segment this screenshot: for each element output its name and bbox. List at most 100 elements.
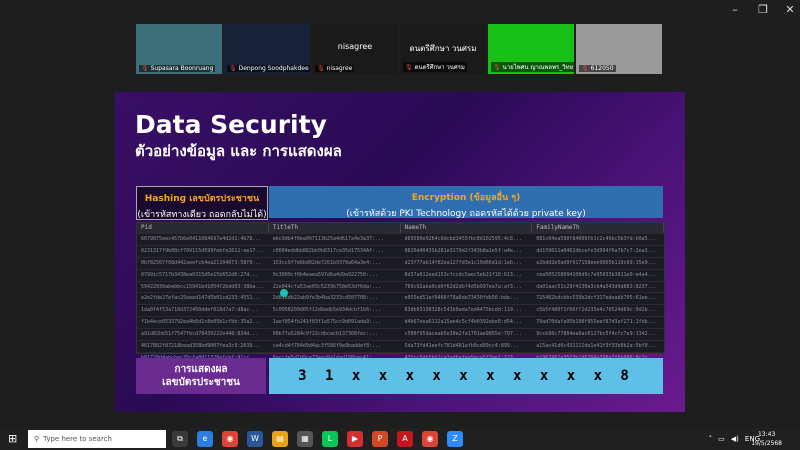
participant-display-name: ดนตรีศึกษา วนศรม — [409, 44, 477, 53]
tray-up-icon[interactable]: ˄ — [709, 435, 713, 443]
table-cell: a15ac41d0c431111de1e41f3f33b0b2a:5bf0... — [536, 343, 657, 350]
table-cell: 00b7fa5284c9f22cdbcacb137308fec:... — [272, 331, 379, 338]
slide-subtitle: ตัวอย่างข้อมูล และ การแสดงผล — [135, 142, 342, 160]
column-header[interactable]: NameTh — [401, 223, 533, 233]
hashing-header: Hashing เลขบัตรประชาชน (เข้ารหัสทางเดียว… — [136, 186, 268, 220]
participant-strip: 🎙 Supasara Boonruang 🎙 Denpong Soodphakdee n… — [136, 24, 664, 74]
participant-name-text: Supasara Boonruang — [150, 65, 214, 72]
table-row: 0799ic5717b3438ea0315d5e15b652d6:27d... 0… — [137, 268, 664, 281]
minimize-button[interactable]: – — [728, 3, 742, 17]
table-cell: d23f77ab14f82ea127fd3e1c10d66d1d:1eb... — [404, 259, 522, 266]
table-cell: 0c3009cf0b4eaea597d6a4d9a922750:... — [272, 271, 379, 278]
table-cell: 22e044cfa53ae03c5239b758e53df6da:... — [272, 283, 382, 290]
acrobat-icon[interactable]: A — [397, 431, 413, 447]
table-cell: 5da73fd41eefc781d401efb0cd09cc4:899... — [404, 343, 519, 350]
participant-name: 🎙 612050 — [579, 65, 616, 72]
table-cell: d4b67eea6112a15ae4c5cf4b0392ebe8:d54... — [404, 319, 522, 326]
table-row: f1b4ece0533792ea4b6d1c8e05b1cfbb:35a2...… — [137, 316, 664, 328]
files-icon[interactable]: ▦ — [297, 431, 313, 447]
edge-icon[interactable]: e — [197, 431, 213, 447]
table-row: 6079875eec457b6e0411084697e4d2d1:4b78...… — [137, 233, 664, 245]
participant-name: 🎙 nisagree — [315, 65, 355, 72]
close-button[interactable]: ✕ — [783, 3, 797, 17]
table-row: 0bf82507f08d442aeefcb4ea21104073:58f9...… — [137, 256, 664, 269]
encryption-title: Encryption (ข้อมูลอื่น ๆ) — [411, 193, 521, 203]
slide-title: Data Security — [135, 110, 327, 139]
network-icon[interactable]: ▭ — [718, 435, 725, 443]
mic-muted-icon: 🎙 — [317, 65, 325, 72]
table-cell: c580f95daceab5e30e2fa1701ae9855e:797... — [404, 331, 522, 338]
table-cell: e2e2fde27efac25eeed147d5b01cd233:4551... — [141, 295, 262, 302]
encryption-header: Encryption (ข้อมูลอื่น ๆ) (เข้ารหัสด้วย … — [269, 186, 663, 219]
participant-name: 🎙นายไพศน ญาณพลพร_วิทยา... — [491, 62, 574, 72]
table-cell: 79ad70dafa95b190f955eef87d3af271:1fdb... — [536, 319, 657, 326]
table-cell: e055ed51ef0466f78a6de73430fdb56:bde... — [404, 295, 519, 302]
table-cell: 5c0958209d05f12d0adb5e934dcbf1b6:... — [272, 307, 382, 314]
table-cell: 6079875eec457b6e0411084697e4d2d1:4b78... — [141, 236, 262, 242]
mic-muted-icon: 🎙 — [493, 64, 501, 71]
participant-tile[interactable]: 🎙 612050 — [576, 24, 662, 74]
mic-muted-icon: 🎙 — [229, 65, 237, 72]
search-icon: ⚲ — [34, 435, 40, 443]
participant-tile[interactable]: 🎙 Denpong Soodphakdee — [224, 24, 310, 74]
task-view-icon[interactable]: ⧉ — [172, 431, 188, 447]
zoom-icon[interactable]: Z — [447, 431, 463, 447]
table-cell: 1da0f4f53a718d372450ddef818d7a7:d8ac... — [141, 307, 259, 314]
taskbar-clock[interactable]: 13:43 19/5/2568 — [751, 430, 782, 448]
table-cell: 725482bdcbbc539b2dcf317edeadb705:61ee... — [536, 295, 657, 302]
maximize-button[interactable]: ❐ — [756, 3, 770, 17]
column-header[interactable]: TitleTh — [269, 223, 401, 233]
table-cell: 83db93198328c543b0ada7ed4475bcdd:119... — [404, 307, 522, 314]
powerpoint-icon[interactable]: P — [372, 431, 388, 447]
explorer-icon[interactable]: ▤ — [272, 431, 288, 447]
windows-start-icon[interactable]: ⊞ — [8, 433, 20, 445]
column-header[interactable]: Pid — [137, 223, 269, 233]
chrome-icon[interactable]: ◉ — [222, 431, 238, 447]
participant-name-text: นายไพศน ญาณพลพร_วิทยา... — [502, 64, 574, 71]
mic-muted-icon: 🎙 — [141, 65, 149, 72]
shared-slide: Data Security ตัวอย่างข้อมูล และ การแสดง… — [115, 92, 685, 412]
table-cell: a91d82bb51f7547fbcd78439222e448:834d... — [141, 331, 259, 338]
table-row: 4617802f87218bead358bd9007fea3c9:2639...… — [137, 340, 664, 352]
participant-tile[interactable]: 🎙 Supasara Boonruang — [136, 24, 222, 74]
participant-tile[interactable]: nisagree 🎙 nisagree — [312, 24, 398, 74]
windows-taskbar: ⊞ ⚲ Type here to search ⧉ e ◉ W ▤ ▦ L ▶ P A ◉ Z ˄ ▭ … — [0, 428, 800, 450]
table-cell: ebc9db4f0ea097113b25a4d617a4e3a37:... — [272, 236, 385, 242]
masked-id-display: 3 1 x x x x x x x x x x 8 — [269, 358, 663, 394]
table-cell: 081c04ea590f84009fb1c2c49bc5b3fd:b0a5... — [536, 236, 657, 242]
result-label-line2: เลขบัตรประชาชน — [162, 377, 240, 388]
line-icon[interactable]: L — [322, 431, 338, 447]
encryption-subtitle: (เข้ารหัสด้วย PKI Technology ถอดรหัสได้ด… — [346, 209, 586, 219]
app-red-icon[interactable]: ▶ — [347, 431, 363, 447]
table-cell: f1b4ece0533792ea4b6d1c8e05b1cfbb:35a2... — [141, 319, 262, 326]
table-row: 0231317f9b08cf709115d599febfe2611:ee17..… — [137, 244, 664, 257]
clock-time: 13:43 — [757, 431, 776, 438]
window-titlebar: – ❐ ✕ — [0, 0, 800, 22]
meeting-stage: 🎙 Supasara Boonruang 🎙 Denpong Soodphakdee n… — [0, 22, 800, 428]
table-row: 1da0f4f53a718d372450ddef818d7a7:d8ac... 5… — [137, 304, 664, 316]
participant-name: 🎙 Denpong Soodphakdee — [227, 65, 310, 72]
table-cell: 59422930abebbcc15941bd1054f2bdd03:38ba..… — [141, 283, 265, 290]
word-icon[interactable]: W — [247, 431, 263, 447]
taskbar-search-box[interactable]: ⚲ Type here to search — [28, 430, 166, 448]
mic-muted-icon: 🎙 — [581, 65, 589, 72]
participant-name-text: nisagree — [326, 65, 353, 72]
table-row: e2e2fde27efac25eeed147d5b01cd233:4551...… — [137, 292, 664, 304]
participant-tile[interactable]: ดนตรีศึกษา วนศรม 🎙 ดนตรีศึกษา วนศรม — [400, 24, 486, 74]
participant-display-name: nisagree — [337, 42, 373, 51]
participant-tile[interactable]: 🎙นายไพศน ญาณพลพร_วิทยา... — [488, 24, 574, 74]
table-cell: 0820d4043Sb281e3179d2f343b8a1e5f:a4e... — [404, 247, 522, 254]
chrome2-icon[interactable]: ◉ — [422, 431, 438, 447]
table-cell: 1aef054fb241f03f1a575cc9d091ada9:... — [272, 319, 382, 326]
participant-name-text: Denpong Soodphakdee — [238, 65, 309, 72]
encrypted-data-table: Pid TitleTh NameTh FamilyNameTh 6079875eec4… — [136, 222, 665, 373]
table-cell: 9ccb98c77804ea0ac0127bc5f4cfc7e9:1342... — [536, 331, 657, 338]
participant-name: 🎙 ดนตรีศึกษา วนศรม — [403, 62, 467, 72]
table-cell: cea505258094100d9c7e95033b3811e9:e4a4... — [536, 271, 657, 278]
table-cell: 0bf82507f08d442aeefcb4ea21104073:58f9... — [141, 259, 262, 266]
column-header[interactable]: FamilyNameTh — [532, 223, 664, 233]
hashing-subtitle: (เข้ารหัสทางเดียว ถอดกลับไม่ได้) — [137, 210, 267, 220]
participant-name: 🎙 Supasara Boonruang — [139, 65, 216, 72]
table-row: 59422930abebbcc15941bd1054f2bdd03:38ba..… — [137, 280, 664, 293]
volume-icon[interactable]: ◀) — [731, 435, 739, 443]
